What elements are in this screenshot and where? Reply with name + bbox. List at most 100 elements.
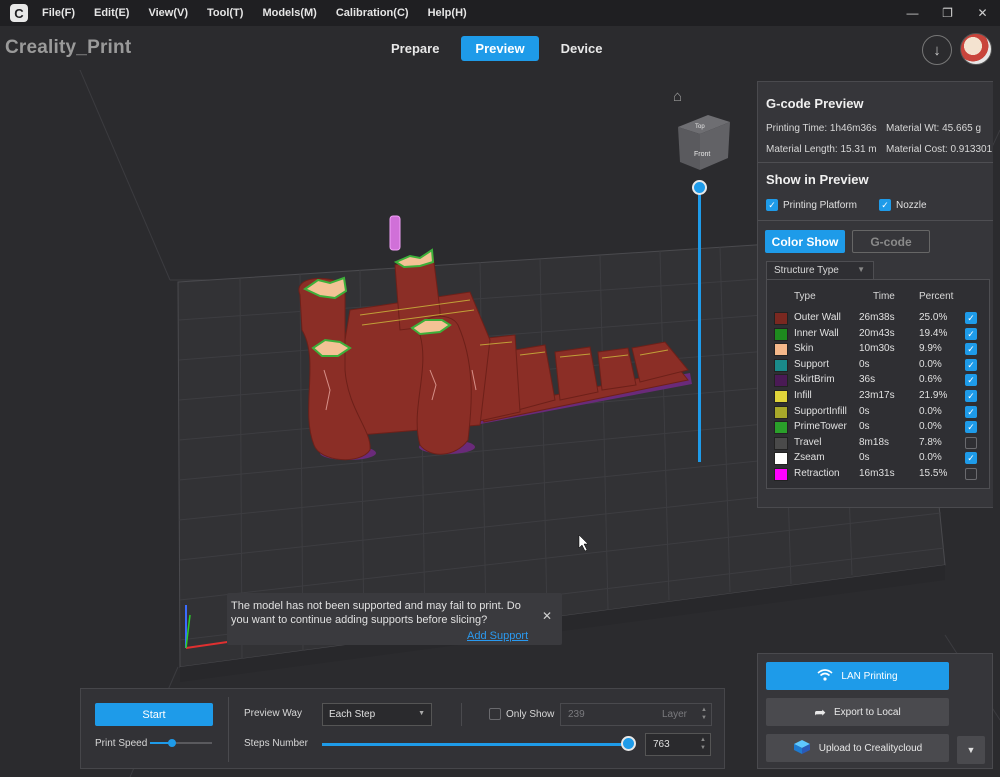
- layer-slider-track[interactable]: [698, 186, 701, 462]
- material-length: Material Length: 15.31 m: [766, 144, 877, 155]
- row-time: 26m38s: [859, 312, 895, 323]
- menu-file[interactable]: File(F): [42, 7, 75, 19]
- row-type: Inner Wall: [794, 327, 839, 339]
- mode-tabs: Prepare Preview Device: [377, 36, 617, 61]
- close-icon[interactable]: ✕: [542, 609, 552, 623]
- lan-printing-button[interactable]: LAN Printing: [766, 662, 949, 690]
- avatar[interactable]: [960, 33, 992, 65]
- color-swatch: [774, 390, 788, 403]
- restore-icon[interactable]: ❐: [930, 0, 965, 26]
- menu-help[interactable]: Help(H): [428, 7, 467, 19]
- color-swatch: [774, 421, 788, 435]
- menu-tool[interactable]: Tool(T): [207, 7, 243, 19]
- print-speed-handle[interactable]: [168, 739, 176, 747]
- structure-type-table: Type Time Percent Outer Wall 26m38s 25.0% ✓…: [766, 279, 990, 489]
- checkbox-checked-icon[interactable]: ✓: [965, 327, 977, 340]
- color-swatch: [774, 312, 788, 325]
- layer-input[interactable]: 239 Layer ▲ ▼: [560, 703, 712, 726]
- row-time: 0s: [859, 421, 870, 433]
- start-button[interactable]: Start: [95, 703, 213, 726]
- checkbox-checked-icon[interactable]: ✓: [965, 390, 977, 402]
- steps-slider[interactable]: [322, 743, 629, 746]
- menu-models[interactable]: Models(M): [262, 7, 316, 19]
- row-type: SkirtBrim: [794, 374, 835, 386]
- checkbox-checked-icon[interactable]: ✓: [879, 199, 891, 211]
- steps-slider-handle[interactable]: [621, 736, 636, 751]
- table-row: Skin 10m30s 9.9% ✓: [767, 342, 991, 358]
- checkbox-unchecked-icon[interactable]: [965, 468, 977, 480]
- menu-edit[interactable]: Edit(E): [94, 7, 129, 19]
- chevron-down-icon[interactable]: ▼: [957, 736, 985, 764]
- preview-way-value: Each Step: [329, 709, 376, 720]
- close-icon[interactable]: ✕: [965, 0, 1000, 26]
- minimize-icon[interactable]: —: [895, 0, 930, 26]
- material-cost: Material Cost: 0.913301: [886, 144, 993, 155]
- checkbox-checked-icon[interactable]: ✓: [965, 452, 977, 465]
- color-swatch: [774, 405, 788, 419]
- tab-prepare[interactable]: Prepare: [377, 36, 453, 61]
- column-time: Time: [873, 291, 895, 302]
- cloud-cube-icon: [793, 739, 811, 758]
- nozzle-toggle[interactable]: ✓ Nozzle: [879, 199, 927, 211]
- row-percent: 9.9%: [919, 343, 942, 355]
- row-type: Infill: [794, 390, 812, 401]
- preview-control-bar: Start Print Speed Preview Way Each Step …: [80, 688, 725, 769]
- column-percent: Percent: [919, 291, 954, 302]
- home-icon[interactable]: ⌂: [673, 88, 682, 105]
- only-show-toggle[interactable]: Only Show: [489, 708, 554, 720]
- preview-way-select[interactable]: Each Step ▼: [322, 703, 432, 726]
- menu-view[interactable]: View(V): [148, 7, 188, 19]
- layer-slider-handle[interactable]: [692, 180, 707, 195]
- layer-value: 239: [568, 709, 585, 720]
- download-icon[interactable]: ↓: [922, 35, 952, 65]
- row-percent: 0.0%: [919, 405, 942, 417]
- gcode-button[interactable]: G-code: [852, 230, 930, 253]
- row-time: 0s: [859, 358, 870, 370]
- row-type: Retraction: [794, 468, 840, 479]
- row-type: SupportInfill: [794, 405, 847, 417]
- export-to-local-button[interactable]: ➦ Export to Local: [766, 698, 949, 726]
- checkbox-checked-icon[interactable]: ✓: [965, 312, 977, 324]
- color-swatch: [774, 343, 788, 357]
- cube-top-label[interactable]: Top: [695, 124, 705, 130]
- upload-crealitycloud-button[interactable]: Upload to Crealitycloud: [766, 734, 949, 762]
- color-swatch: [774, 327, 788, 341]
- spinner-icon[interactable]: ▲ ▼: [701, 706, 707, 722]
- add-support-link[interactable]: Add Support: [467, 630, 528, 642]
- structure-type-dropdown[interactable]: Structure Type ▼: [766, 261, 874, 280]
- checkbox-checked-icon[interactable]: ✓: [965, 374, 977, 387]
- tab-device[interactable]: Device: [547, 36, 617, 61]
- print-speed-label: Print Speed: [95, 738, 148, 749]
- divider: [228, 697, 229, 762]
- row-time: 0s: [859, 405, 870, 417]
- checkbox-unchecked-icon[interactable]: [489, 708, 501, 720]
- row-type: Travel: [794, 436, 822, 448]
- row-time: 23m17s: [859, 390, 895, 401]
- spinner-icon[interactable]: ▲ ▼: [700, 736, 706, 752]
- row-percent: 0.6%: [919, 374, 942, 386]
- checkbox-checked-icon[interactable]: ✓: [965, 358, 977, 371]
- title-bar: Creality_Print Prepare Preview Device ↓: [0, 26, 1000, 70]
- checkbox-unchecked-icon[interactable]: [965, 436, 977, 449]
- row-percent: 0.0%: [919, 421, 942, 433]
- preview-way-label: Preview Way: [244, 708, 302, 719]
- menu-calibration[interactable]: Calibration(C): [336, 7, 409, 19]
- table-row: Inner Wall 20m43s 19.4% ✓: [767, 327, 991, 343]
- tab-preview[interactable]: Preview: [461, 36, 539, 61]
- color-show-button[interactable]: Color Show: [765, 230, 845, 253]
- checkbox-checked-icon[interactable]: ✓: [766, 199, 778, 211]
- table-row: Travel 8m18s 7.8%: [767, 436, 991, 452]
- table-row: Zseam 0s 0.0% ✓: [767, 451, 991, 467]
- checkbox-checked-icon[interactable]: ✓: [965, 405, 977, 418]
- cube-front-label[interactable]: Front: [694, 151, 710, 158]
- checkbox-checked-icon[interactable]: ✓: [965, 421, 977, 434]
- output-panel: LAN Printing ➦ Export to Local Upload to…: [757, 653, 993, 769]
- checkbox-checked-icon[interactable]: ✓: [965, 343, 977, 356]
- row-percent: 15.5%: [919, 468, 948, 479]
- row-time: 8m18s: [859, 436, 890, 448]
- steps-input[interactable]: 763 ▲ ▼: [645, 733, 711, 756]
- row-percent: 25.0%: [919, 312, 948, 323]
- row-time: 0s: [859, 452, 870, 464]
- printing-platform-toggle[interactable]: ✓ Printing Platform: [766, 199, 857, 211]
- table-row: Outer Wall 26m38s 25.0% ✓: [767, 311, 991, 327]
